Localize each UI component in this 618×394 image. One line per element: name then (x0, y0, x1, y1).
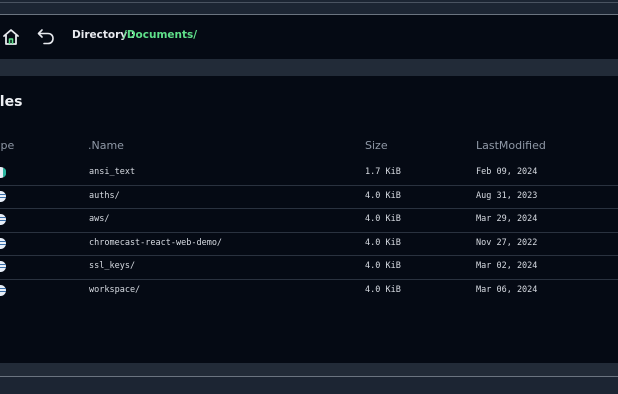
section-title: iles (0, 94, 23, 110)
file-name: ssl_keys/ (89, 261, 136, 271)
bottom-band (0, 363, 618, 376)
table-row[interactable]: aws/ 4.0 KiB Mar 29, 2024 (0, 209, 618, 233)
top-window-strip (0, 0, 618, 15)
undo-arrow-icon[interactable] (36, 27, 56, 47)
file-size: 4.0 KiB (365, 261, 401, 271)
file-size: 4.0 KiB (365, 237, 401, 248)
toolbar-band (0, 59, 618, 76)
column-header-type[interactable]: ype (0, 139, 14, 152)
file-name: chromecast-react-web-demo/ (89, 237, 223, 248)
column-header-size[interactable]: Size (365, 139, 388, 152)
file-name: auths/ (89, 190, 120, 201)
folder-icon (0, 237, 6, 249)
footer-strip (0, 376, 618, 394)
folder-icon (0, 284, 6, 296)
column-header-last-modified[interactable]: LastModified (476, 139, 546, 152)
folder-icon (0, 261, 6, 272)
directory-header: Directory : /Documents/ (0, 15, 618, 58)
file-modified: Aug 31, 2023 (476, 190, 538, 201)
file-modified: Mar 29, 2024 (476, 214, 538, 224)
table-row[interactable]: workspace/ 4.0 KiB Mar 06, 2024 (0, 280, 618, 303)
table-row[interactable]: auths/ 4.0 KiB Aug 31, 2023 (0, 186, 618, 209)
table-row[interactable]: chromecast-react-web-demo/ 4.0 KiB Nov 2… (0, 233, 618, 256)
file-size: 4.0 KiB (365, 214, 401, 224)
home-icon[interactable] (1, 27, 21, 47)
file-modified: Nov 27, 2022 (476, 237, 538, 248)
folder-icon (0, 190, 6, 202)
table-row[interactable]: ansi_text 1.7 KiB Feb 09, 2024 (0, 162, 618, 186)
file-size: 1.7 KiB (365, 167, 401, 177)
file-name: workspace/ (89, 284, 141, 295)
file-modified: Mar 06, 2024 (476, 284, 538, 295)
file-size: 4.0 KiB (365, 190, 401, 201)
folder-icon (0, 214, 6, 225)
table-row[interactable]: ssl_keys/ 4.0 KiB Mar 02, 2024 (0, 256, 618, 280)
file-name: aws/ (89, 214, 110, 224)
file-modified: Mar 02, 2024 (476, 261, 538, 271)
file-size: 4.0 KiB (365, 284, 401, 295)
column-header-name[interactable]: .Name (88, 139, 124, 152)
directory-path[interactable]: /Documents/ (123, 29, 197, 41)
file-browser-page: Directory : /Documents/ iles ype .Name S… (0, 0, 618, 394)
file-icon (0, 167, 6, 178)
file-list: ansi_text 1.7 KiB Feb 09, 2024 auths/ 4.… (0, 162, 618, 302)
file-name: ansi_text (89, 167, 136, 177)
file-modified: Feb 09, 2024 (476, 167, 538, 177)
